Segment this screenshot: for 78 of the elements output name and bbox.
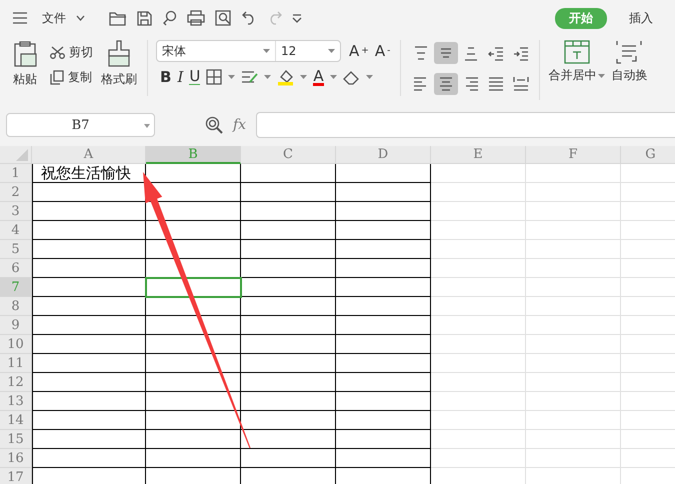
print-preview-icon[interactable] [215,10,232,26]
column-header[interactable]: F [526,146,621,164]
font-color-button[interactable]: A [313,68,324,86]
copy-icon [50,70,64,85]
caret-icon[interactable] [598,74,606,78]
caret-icon[interactable] [330,75,337,79]
dropdown-icon[interactable] [292,14,302,22]
fill-color-icon[interactable] [277,68,294,86]
paste-icon[interactable] [12,40,38,68]
row-header[interactable]: 12 [0,373,32,392]
align-center-icon [438,75,454,92]
row-header[interactable]: 15 [0,430,32,449]
column-header[interactable]: D [336,146,431,164]
align-top-icon [413,44,430,62]
align-right-icon [463,75,480,92]
format-painter-button[interactable]: 格式刷 [101,71,137,88]
save-icon[interactable] [137,10,152,26]
row-header[interactable]: 1 [0,164,32,183]
column-header[interactable]: B [146,146,241,164]
bold-button[interactable]: B [160,68,172,86]
row-header[interactable]: 10 [0,335,32,354]
row-header[interactable]: 3 [0,202,32,221]
menu-icon[interactable] [12,12,28,24]
align-center-button[interactable] [434,72,458,94]
row-header[interactable]: 4 [0,221,32,240]
justify-icon [488,75,504,92]
merge-cells-icon[interactable] [564,40,590,64]
underline-button[interactable]: U [189,69,200,85]
row-header[interactable]: 7 [0,278,32,297]
shrink-font-button[interactable]: A$^{-}$ [374,42,390,60]
row-header[interactable]: 14 [0,411,32,430]
name-box[interactable]: B7 [6,113,155,137]
grow-font-button[interactable]: A$^{+}$ [349,42,369,60]
wrap-text-icon[interactable] [616,40,642,64]
align-middle-button[interactable] [434,42,458,64]
formula-input[interactable] [256,112,675,138]
column-header[interactable]: A [32,146,146,164]
column-header[interactable]: G [621,146,675,164]
column-header[interactable]: C [241,146,336,164]
borders-icon[interactable] [206,69,222,85]
distributed-icon [513,75,530,92]
folder-icon[interactable] [109,10,127,26]
ribbon-tab[interactable]: 插入 [615,8,667,28]
caret-icon[interactable] [366,75,373,79]
row-header[interactable]: 8 [0,297,32,316]
caret-icon[interactable] [300,75,308,79]
brush-icon[interactable] [107,40,131,68]
zoom-icon[interactable] [205,116,223,134]
decrease-indent-icon [488,44,504,62]
scissors-icon [50,46,65,59]
ribbon-tab[interactable]: 开始 [555,8,607,28]
triangle-icon [16,149,28,161]
caret-icon[interactable] [228,75,236,79]
row-header[interactable]: 16 [0,449,32,468]
chevron-down-icon[interactable] [76,15,85,21]
merge-center-button[interactable]: 合并居中 [548,67,606,84]
printer-icon[interactable] [187,10,205,26]
row-header[interactable]: 11 [0,354,32,373]
increase-indent-icon [513,44,530,62]
wrap-text-button[interactable]: 自动换 [611,67,648,84]
caret-icon[interactable] [264,75,272,79]
row-header[interactable]: 13 [0,392,32,411]
conditional-format-icon[interactable] [241,70,258,84]
copy-button[interactable]: 复制 [50,69,93,86]
file-menu[interactable]: 文件 [42,10,66,26]
row-header[interactable]: 2 [0,183,32,202]
row-header[interactable]: 17 [0,468,32,484]
row-header[interactable]: 9 [0,316,32,335]
cut-button[interactable]: 剪切 [50,44,93,61]
active-cell[interactable] [146,278,241,297]
insert-function-button[interactable]: fx [233,117,246,133]
align-bottom-icon [463,44,480,62]
italic-button[interactable]: I [177,68,184,86]
row-header[interactable]: 5 [0,240,32,259]
column-header[interactable]: E [431,146,526,164]
paste-button[interactable]: 粘贴 [13,71,37,88]
table-cell[interactable]: 祝您生活愉快 [32,164,146,183]
row-header[interactable]: 6 [0,259,32,278]
